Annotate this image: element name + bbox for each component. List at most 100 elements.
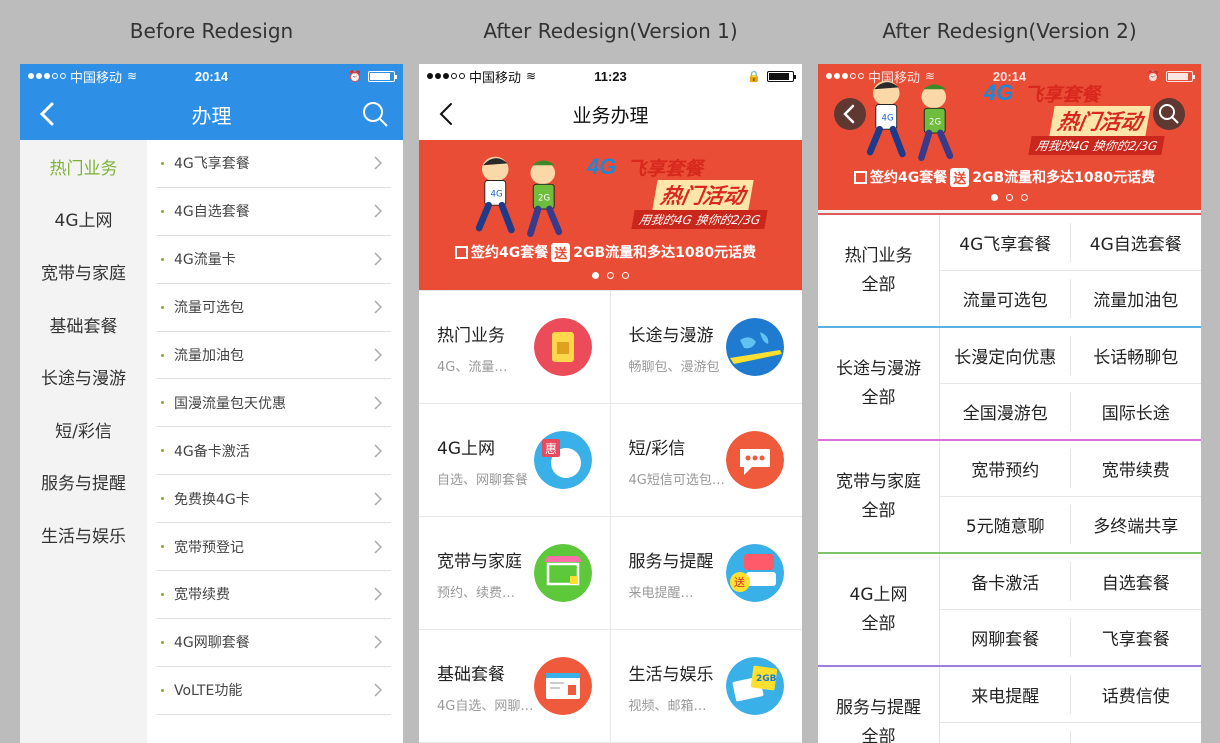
page-title: 业务办理 [572, 104, 649, 127]
list-item[interactable]: 国漫流量包天优惠 [157, 379, 391, 428]
phone-before-redesign: 中国移动 ≋ 20:14 ⏰ 办理 热门业务 4G上网 宽带与家庭 基础套餐 长… [20, 64, 403, 743]
list-item[interactable]: 免费换4G卡 [157, 475, 391, 524]
service-grid: 热门业务 4G、流量… 长途与漫游 畅聊包、漫游包 4G上网 自选、网聊套餐 惠… [419, 290, 802, 743]
option-item[interactable]: 飞享套餐 [1071, 610, 1202, 666]
option-item[interactable]: 自选套餐 [1070, 554, 1201, 610]
list-item[interactable]: VoLTE功能 [157, 667, 391, 715]
list-item[interactable]: 4G流量卡 [157, 236, 391, 284]
chevron-right-icon [374, 252, 383, 266]
option-item[interactable]: 来电提醒 [940, 667, 1071, 723]
globe-plane-icon [726, 318, 784, 376]
section-all-label: 全部 [861, 726, 896, 743]
battery-icon [368, 70, 397, 82]
banner-tag: 4G [587, 154, 617, 179]
chat-bubble-icon [726, 431, 784, 489]
category-item[interactable]: 热门业务 [20, 140, 147, 193]
section-title[interactable]: 长途与漫游 全部 [818, 328, 940, 439]
carousel-dots[interactable] [818, 194, 1201, 201]
section-name: 服务与提醒 [836, 697, 921, 718]
option-item[interactable]: 宽带续费 [1070, 441, 1201, 497]
list-item[interactable]: 宽带续费 [157, 571, 391, 619]
svg-text:4G: 4G [882, 114, 894, 124]
grid-cell[interactable]: 宽带与家庭 预约、续费… [419, 517, 611, 630]
section-title[interactable]: 4G上网 全部 [818, 554, 940, 665]
list-item[interactable]: 宽带预登记 [157, 523, 391, 572]
status-bar: 中国移动 ≋ 11:23 🔒 [419, 64, 802, 88]
category-item[interactable]: 生活与娱乐 [20, 508, 147, 561]
list-item-label: VoLTE功能 [174, 683, 243, 700]
section-title[interactable]: 宽带与家庭 全部 [818, 441, 940, 552]
option-item[interactable]: 长漫定向优惠 [940, 328, 1071, 384]
category-section: 宽带与家庭 全部 宽带预约 宽带续费 5元随意聊 多终端共享 [818, 439, 1201, 552]
option-item[interactable]: 话费信使 [1070, 667, 1201, 723]
list-item[interactable]: 4G飞享套餐 [157, 140, 391, 188]
chevron-right-icon [374, 156, 383, 170]
back-button[interactable] [834, 98, 866, 130]
category-item[interactable]: 长途与漫游 [20, 350, 147, 403]
category-item[interactable]: 短/彩信 [20, 403, 147, 456]
signal-icon [427, 73, 465, 79]
list-item-label: 4G流量卡 [174, 252, 236, 269]
category-item[interactable]: 宽带与家庭 [20, 245, 147, 298]
option-item[interactable]: 呼叫等待 [940, 723, 1071, 743]
back-icon[interactable] [433, 100, 461, 128]
back-icon[interactable] [34, 100, 62, 128]
option-item[interactable]: 5元随意聊 [940, 497, 1071, 553]
carousel-dots[interactable] [419, 272, 802, 279]
grid-cell[interactable]: 基础套餐 4G自选、网聊… [419, 630, 611, 743]
option-item[interactable]: 网聊套餐 [940, 610, 1071, 666]
grid-cell[interactable]: 长途与漫游 畅聊包、漫游包 [610, 291, 802, 404]
option-item[interactable]: 流量可选包 [940, 271, 1071, 327]
tv-home-icon [533, 544, 592, 602]
option-item[interactable]: 长话畅聊包 [1070, 328, 1201, 384]
section-title[interactable]: 热门业务 全部 [818, 215, 940, 326]
promo-banner[interactable]: 中国移动 ≋ 20:14 ⏰ 4G 2G 4G 飞享套餐 热门活动 用我的4G … [818, 64, 1201, 210]
bullet-icon [161, 592, 164, 596]
runners-illustration: 4G 2G [475, 156, 563, 238]
promo-banner[interactable]: 4G 2G 4G 飞享套餐 热门活动 用我的4G 换你的2/3G 签约4G套餐 … [419, 140, 802, 290]
category-item[interactable]: 4G上网 [20, 193, 147, 246]
category-item[interactable]: 服务与提醒 [20, 456, 147, 509]
carrier-label: 中国移动 [70, 69, 123, 85]
grid-cell[interactable]: 热门业务 4G、流量… [419, 291, 611, 404]
list-item-label: 国漫流量包天优惠 [174, 395, 286, 412]
search-icon[interactable] [361, 100, 389, 128]
grid-cell[interactable]: 短/彩信 4G短信可选包… [610, 404, 802, 517]
category-section: 服务与提醒全部 来电提醒 话费信使 呼叫等待 主叫显示 [818, 665, 1201, 743]
section-title[interactable]: 服务与提醒 全部 [818, 667, 940, 743]
category-section: 4G上网 全部 备卡激活 自选套餐 网聊套餐 飞享套餐 [818, 552, 1201, 665]
option-item[interactable]: 国际长途 [1071, 384, 1202, 440]
list-item[interactable]: 4G备卡激活 [157, 427, 391, 476]
section-name: 长途与漫游 [836, 358, 921, 379]
search-icon [1159, 104, 1179, 124]
grid-cell[interactable]: 服务与提醒 来电提醒… 送 [610, 517, 802, 630]
option-item[interactable]: 宽带预约 [940, 441, 1071, 497]
svg-text:4G: 4G [491, 190, 503, 200]
option-item[interactable]: 4G飞享套餐 [940, 215, 1071, 271]
list-item[interactable]: 4G自选套餐 [157, 188, 391, 236]
list-item[interactable]: 4G网聊套餐 [157, 619, 391, 667]
nav-bar: 业务办理 [419, 88, 802, 140]
option-item[interactable]: 备卡激活 [940, 554, 1071, 610]
list-item[interactable]: 流量可选包 [157, 284, 391, 332]
grid-cell[interactable]: 生活与娱乐 视频、邮箱… 2GB [610, 630, 802, 743]
list-item-label: 免费换4G卡 [174, 491, 250, 508]
section-all-label: 全部 [861, 500, 896, 521]
section-name: 热门业务 [844, 245, 913, 266]
option-item[interactable]: 全国漫游包 [940, 384, 1071, 440]
option-item[interactable]: 多终端共享 [1071, 497, 1202, 553]
sim-card-icon [533, 318, 592, 376]
list-item[interactable]: 流量加油包 [157, 332, 391, 380]
option-item[interactable]: 4G自选套餐 [1070, 215, 1201, 271]
option-item[interactable]: 主叫显示 [1071, 723, 1202, 743]
discount-4g-icon: 惠 [533, 431, 592, 489]
option-item[interactable]: 流量加油包 [1071, 271, 1202, 327]
battery-icon [767, 70, 796, 82]
chevron-right-icon [374, 492, 383, 506]
banner-title: 飞享套餐 [1024, 84, 1101, 106]
grid-cell[interactable]: 4G上网 自选、网聊套餐 惠 [419, 404, 611, 517]
bullet-icon [161, 209, 164, 213]
category-item[interactable]: 基础套餐 [20, 298, 147, 351]
alarm-icon: ⏰ [348, 70, 362, 83]
search-button[interactable] [1153, 98, 1185, 130]
